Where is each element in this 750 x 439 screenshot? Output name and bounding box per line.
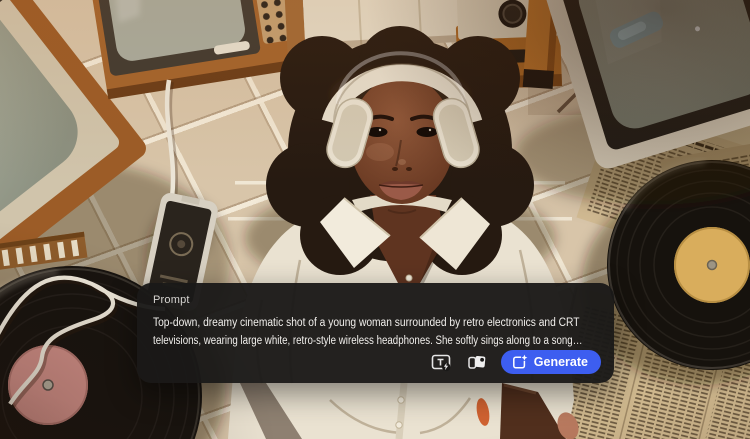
generate-sparkle-icon	[512, 354, 528, 369]
text-lightning-icon	[431, 354, 451, 372]
text-prompt-settings-button[interactable]	[431, 352, 453, 372]
prompt-input[interactable]: Top-down, dreamy cinematic shot of a you…	[153, 314, 598, 350]
prompt-label: Prompt	[153, 294, 190, 306]
prompt-panel: Prompt Top-down, dreamy cinematic shot o…	[137, 283, 614, 383]
prompt-line-1: Top-down, dreamy cinematic shot of a you…	[153, 317, 580, 329]
generate-button[interactable]: Generate	[500, 350, 601, 374]
firefly-canvas: Prompt Top-down, dreamy cinematic shot o…	[0, 0, 750, 439]
reference-image-icon	[468, 355, 486, 369]
prompt-line-2: televisions, wearing large white, retro-…	[153, 335, 583, 347]
reference-image-button[interactable]	[466, 352, 488, 372]
generate-label: Generate	[533, 355, 588, 369]
prompt-actions: Generate	[431, 350, 601, 374]
